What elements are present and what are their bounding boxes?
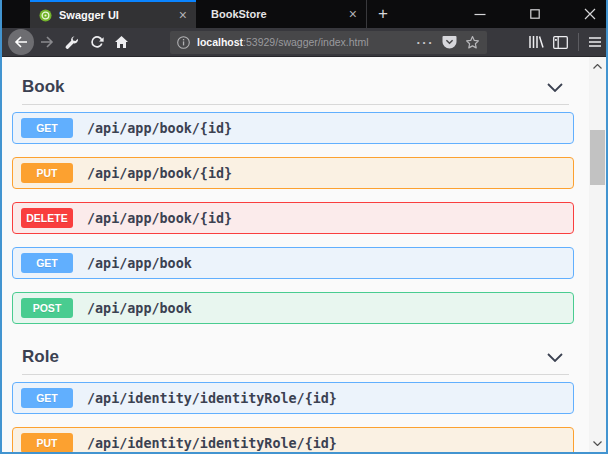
tab-title: BookStore [211,8,349,20]
tab-bookstore[interactable]: BookStore × [197,0,367,28]
library-icon[interactable] [523,29,548,55]
http-method-badge[interactable]: DELETE [21,208,73,228]
api-operation-row[interactable]: GET /api/identity/identityRole/{id} [12,382,574,414]
sidebar-toggle-icon[interactable] [548,29,573,55]
scroll-up-arrow[interactable] [589,59,606,73]
pocket-icon[interactable] [442,35,457,49]
browser-window: Swagger UI × BookStore × + [0,0,608,454]
api-path: /api/app/book/{id} [87,211,232,226]
api-operation-row[interactable]: GET /api/app/book/{id} [12,112,574,144]
tools-wrench-icon[interactable] [59,29,84,55]
api-operation-row[interactable]: PUT /api/identity/identityRole/{id} [12,427,574,452]
api-section: Role GET /api/identity/identityRole/{id}… [22,346,569,452]
back-button[interactable] [8,29,34,55]
tab-bar: Swagger UI × BookStore × + [2,0,606,28]
tab-close-icon[interactable]: × [349,7,357,21]
api-path: /api/app/book/{id} [87,121,232,136]
navigation-toolbar: localhost:53929/swagger/index.html ··· [2,28,606,57]
reload-button[interactable] [84,29,109,55]
url-text[interactable]: localhost:53929/swagger/index.html [197,36,417,48]
tab-swagger-ui[interactable]: Swagger UI × [30,0,196,28]
bookmark-star-icon[interactable] [465,35,480,50]
api-path: /api/app/book/{id} [87,166,232,181]
api-operation-row[interactable]: GET /api/app/book [12,247,574,279]
menu-hamburger-icon[interactable] [584,29,606,55]
section-title: Book [22,77,65,97]
api-path: /api/identity/identityRole/{id} [87,391,337,406]
vertical-scrollbar[interactable] [589,57,606,452]
address-bar[interactable]: localhost:53929/swagger/index.html ··· [170,31,487,54]
tab-close-icon[interactable]: × [179,8,187,22]
toolbar-separator [578,33,579,51]
http-method-badge[interactable]: PUT [21,433,73,452]
http-method-badge[interactable]: POST [21,298,73,318]
page-actions-icon[interactable]: ··· [417,35,435,50]
http-method-badge[interactable]: GET [21,253,73,273]
api-path: /api/app/book [87,301,192,316]
home-button[interactable] [109,29,134,55]
chevron-down-icon[interactable] [547,353,563,362]
maximize-button[interactable] [515,0,555,28]
scrollbar-thumb[interactable] [590,130,605,185]
chevron-down-icon[interactable] [547,83,563,92]
page-content: Book GET /api/app/book/{id} PUT /api/app… [2,57,589,452]
http-method-badge[interactable]: GET [21,388,73,408]
forward-button[interactable] [34,29,59,55]
api-section: Book GET /api/app/book/{id} PUT /api/app… [22,76,569,324]
http-method-badge[interactable]: PUT [21,163,73,183]
section-title: Role [22,347,59,367]
minimize-button[interactable] [460,0,500,28]
new-tab-button[interactable]: + [370,0,396,28]
api-path: /api/app/book [87,256,192,271]
swagger-favicon-icon [39,9,52,22]
http-method-badge[interactable]: GET [21,118,73,138]
close-button[interactable] [570,0,608,28]
api-operation-row[interactable]: PUT /api/app/book/{id} [12,157,574,189]
site-info-icon[interactable] [177,36,190,49]
api-operation-row[interactable]: DELETE /api/app/book/{id} [12,202,574,234]
tab-title: Swagger UI [59,9,179,21]
api-path: /api/identity/identityRole/{id} [87,436,337,451]
scroll-down-arrow[interactable] [589,436,606,450]
api-operation-row[interactable]: POST /api/app/book [12,292,574,324]
